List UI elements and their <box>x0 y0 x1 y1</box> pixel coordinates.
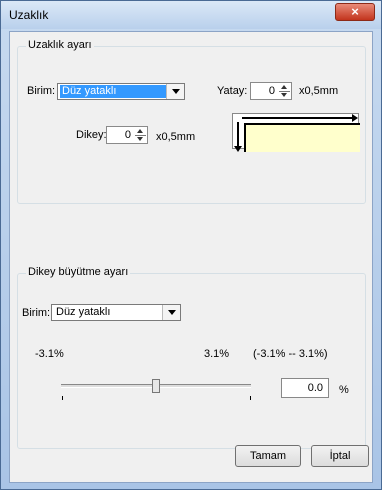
spin-up-down-icon[interactable] <box>279 84 290 98</box>
scale-value-field[interactable]: 0.0 <box>281 378 329 398</box>
vertical-spinner[interactable]: 0 <box>106 126 148 144</box>
horizontal-value: 0 <box>268 85 275 97</box>
horizontal-unit: x0,5mm <box>299 85 339 97</box>
dialog-window: Uzaklık × Uzaklık ayarı Birim: Düz yatak… <box>0 0 382 490</box>
spin-up-down-icon[interactable] <box>135 128 146 142</box>
unit-dropdown[interactable]: Düz yataklı <box>57 83 185 100</box>
unit-label: Birim: <box>27 85 56 97</box>
scale-settings-group: Dikey büyütme ayarı Birim: Düz yataklı -… <box>17 266 366 449</box>
chevron-down-icon[interactable] <box>166 84 184 99</box>
vertical-arrow-icon <box>234 122 242 152</box>
dialog-body: Uzaklık ayarı Birim: Düz yataklı Yatay: … <box>9 31 373 483</box>
horizontal-arrow-icon <box>242 114 358 122</box>
scale-unit-selected-value: Düz yataklı <box>56 306 111 318</box>
distance-group-label: Uzaklık ayarı <box>26 39 94 51</box>
unit-selected-value: Düz yataklı <box>60 85 166 98</box>
horizontal-label: Yatay: <box>217 85 248 97</box>
title-bar: Uzaklık × <box>1 1 381 29</box>
chevron-down-icon[interactable] <box>162 305 180 320</box>
slider-tick <box>250 396 251 400</box>
slider-tick <box>62 396 63 400</box>
close-button[interactable]: × <box>335 3 375 21</box>
scale-range-label: (-3.1% -- 3.1%) <box>253 348 328 360</box>
scale-max-label: 3.1% <box>204 348 230 360</box>
cancel-button[interactable]: İptal <box>311 445 369 467</box>
scale-slider[interactable] <box>55 378 265 402</box>
vertical-label: Dikey: <box>76 129 107 141</box>
vertical-unit: x0,5mm <box>156 131 196 143</box>
scale-percent-unit: % <box>339 384 349 396</box>
scale-unit-dropdown[interactable]: Düz yataklı <box>51 304 181 321</box>
paper-preview <box>244 123 360 152</box>
slider-thumb[interactable] <box>152 379 160 393</box>
window-title: Uzaklık <box>9 8 49 22</box>
scale-group-label: Dikey büyütme ayarı <box>26 266 131 278</box>
offset-preview <box>232 113 360 152</box>
horizontal-spinner[interactable]: 0 <box>250 82 292 100</box>
ok-button[interactable]: Tamam <box>235 445 301 467</box>
close-icon: × <box>351 4 359 19</box>
vertical-value: 0 <box>124 129 131 141</box>
scale-unit-label: Birim: <box>22 307 51 319</box>
scale-min-label: -3.1% <box>35 348 64 360</box>
